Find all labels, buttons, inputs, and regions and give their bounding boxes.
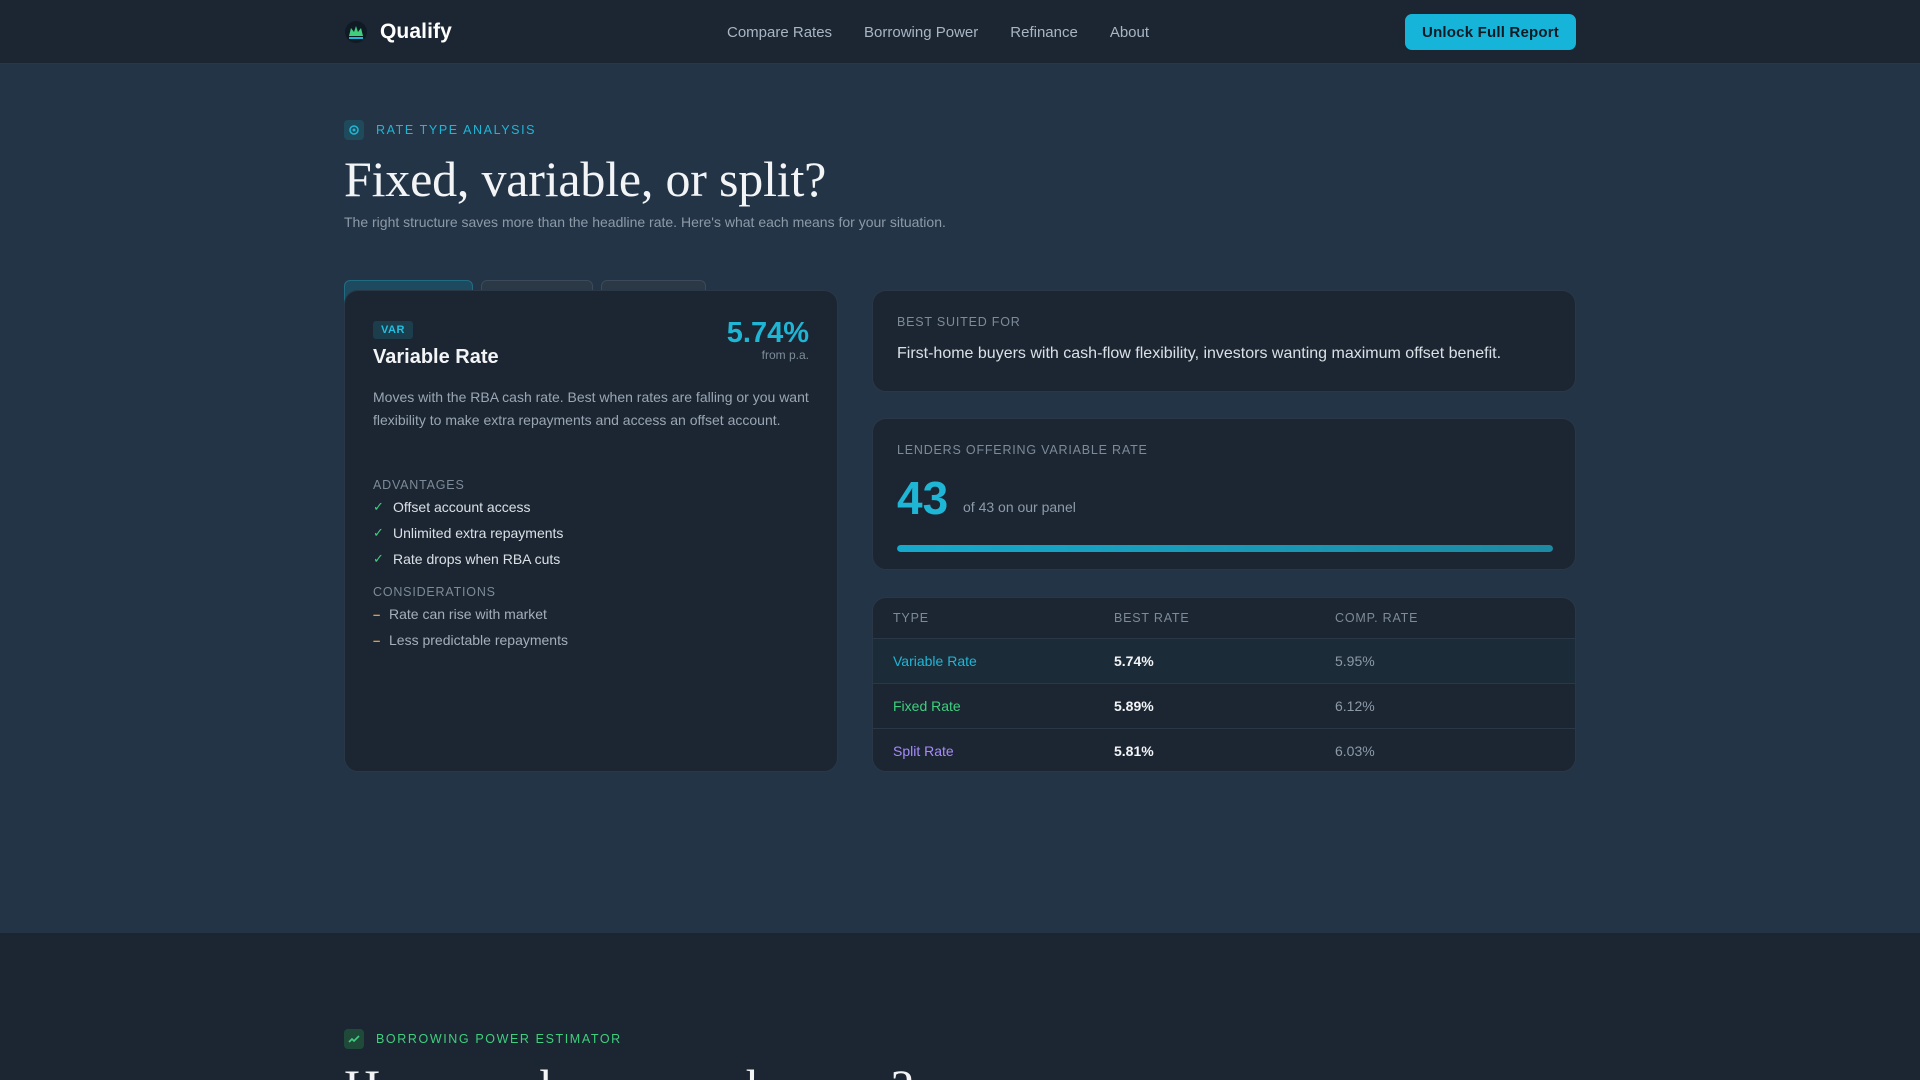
brand[interactable]: Qualify bbox=[344, 18, 452, 46]
target-icon bbox=[344, 120, 364, 140]
check-icon: ✓ bbox=[373, 551, 384, 566]
best-suited-label: BEST SUITED FOR bbox=[897, 315, 1021, 329]
nav-links: Compare Rates Borrowing Power Refinance … bbox=[727, 0, 1149, 64]
eyebrow-text: RATE TYPE ANALYSIS bbox=[376, 123, 537, 137]
brand-name: Qualify bbox=[380, 20, 452, 43]
table-row[interactable]: Split Rate 5.81% 6.03% bbox=[873, 728, 1575, 771]
best-rate-cell: 5.89% bbox=[1114, 698, 1154, 714]
borrowing-power-section: BORROWING POWER ESTIMATOR How much can y… bbox=[0, 933, 1920, 1080]
top-navbar: Qualify Compare Rates Borrowing Power Re… bbox=[0, 0, 1920, 64]
table-row[interactable]: Fixed Rate 5.89% 6.12% bbox=[873, 683, 1575, 728]
check-icon: ✓ bbox=[373, 499, 384, 514]
nav-link-borrowing-power[interactable]: Borrowing Power bbox=[864, 24, 978, 41]
dash-icon: – bbox=[373, 632, 381, 648]
check-icon: ✓ bbox=[373, 525, 384, 540]
advantage-text: Unlimited extra repayments bbox=[393, 525, 564, 541]
consideration-text: Less predictable repayments bbox=[389, 632, 568, 648]
best-suited-text: First-home buyers with cash-flow flexibi… bbox=[897, 345, 1502, 362]
rate-type-badge: VAR bbox=[373, 321, 413, 339]
rate-sub-label: from p.a. bbox=[761, 348, 809, 362]
table-header-row: TYPE BEST RATE COMP. RATE bbox=[873, 598, 1575, 638]
rate-type-cell: Fixed Rate bbox=[893, 698, 961, 714]
eyebrow-text: BORROWING POWER ESTIMATOR bbox=[376, 1032, 622, 1046]
table-row[interactable]: Variable Rate 5.74% 5.95% bbox=[873, 638, 1575, 683]
dash-icon: – bbox=[373, 606, 381, 622]
column-header-type: TYPE bbox=[893, 611, 929, 625]
lenders-progress-track bbox=[897, 545, 1553, 552]
lenders-progress-fill bbox=[897, 545, 1553, 552]
list-item: ✓ Offset account access bbox=[373, 494, 563, 520]
best-rate-cell: 5.74% bbox=[1114, 653, 1154, 669]
column-header-comp-rate: COMP. RATE bbox=[1335, 611, 1419, 625]
rate-detail-card: VAR Variable Rate 5.74% from p.a. Moves … bbox=[344, 290, 838, 772]
comp-rate-cell: 5.95% bbox=[1335, 653, 1375, 669]
page-subtitle: The right structure saves more than the … bbox=[344, 214, 946, 230]
rate-card-title: Variable Rate bbox=[373, 346, 499, 368]
list-item: ✓ Unlimited extra repayments bbox=[373, 520, 563, 546]
advantages-label: ADVANTAGES bbox=[373, 478, 465, 492]
section-eyebrow: RATE TYPE ANALYSIS bbox=[344, 120, 536, 140]
trend-up-icon bbox=[344, 1029, 364, 1049]
lenders-count: 43 bbox=[897, 472, 949, 524]
crown-icon bbox=[345, 21, 367, 43]
nav-link-refinance[interactable]: Refinance bbox=[1010, 24, 1078, 41]
lenders-card: LENDERS OFFERING VARIABLE RATE 43 of 43 … bbox=[872, 418, 1576, 570]
consideration-text: Rate can rise with market bbox=[389, 606, 547, 622]
comp-rate-cell: 6.12% bbox=[1335, 698, 1375, 714]
best-rate-cell: 5.81% bbox=[1114, 743, 1154, 759]
considerations-label: CONSIDERATIONS bbox=[373, 585, 496, 599]
page-title: Fixed, variable, or split? bbox=[344, 151, 827, 207]
section-title: How much can you borrow? bbox=[344, 1058, 913, 1080]
unlock-report-button[interactable]: Unlock Full Report bbox=[1405, 14, 1576, 50]
list-item: – Rate can rise with market bbox=[373, 601, 568, 627]
advantage-text: Rate drops when RBA cuts bbox=[393, 551, 561, 567]
rate-value: 5.74% bbox=[726, 317, 809, 349]
nav-link-compare-rates[interactable]: Compare Rates bbox=[727, 24, 832, 41]
rate-type-cell: Split Rate bbox=[893, 743, 954, 759]
column-header-best-rate: BEST RATE bbox=[1114, 611, 1190, 625]
list-item: ✓ Rate drops when RBA cuts bbox=[373, 546, 563, 572]
nav-link-about[interactable]: About bbox=[1110, 24, 1149, 41]
rate-type-cell: Variable Rate bbox=[893, 653, 977, 669]
list-item: – Less predictable repayments bbox=[373, 627, 568, 653]
considerations-list: – Rate can rise with market – Less predict… bbox=[373, 601, 568, 653]
best-suited-card: BEST SUITED FOR First-home buyers with c… bbox=[872, 290, 1576, 392]
lenders-label: LENDERS OFFERING VARIABLE RATE bbox=[897, 443, 1148, 457]
section-eyebrow: BORROWING POWER ESTIMATOR bbox=[344, 1029, 622, 1049]
advantage-text: Offset account access bbox=[393, 499, 531, 515]
rate-comparison-table: TYPE BEST RATE COMP. RATE Variable Rate … bbox=[872, 597, 1576, 772]
comp-rate-cell: 6.03% bbox=[1335, 743, 1375, 759]
rate-description: Moves with the RBA cash rate. Best when … bbox=[373, 389, 809, 428]
advantages-list: ✓ Offset account access ✓ Unlimited extra … bbox=[373, 494, 563, 572]
lenders-sub: of 43 on our panel bbox=[963, 499, 1076, 515]
